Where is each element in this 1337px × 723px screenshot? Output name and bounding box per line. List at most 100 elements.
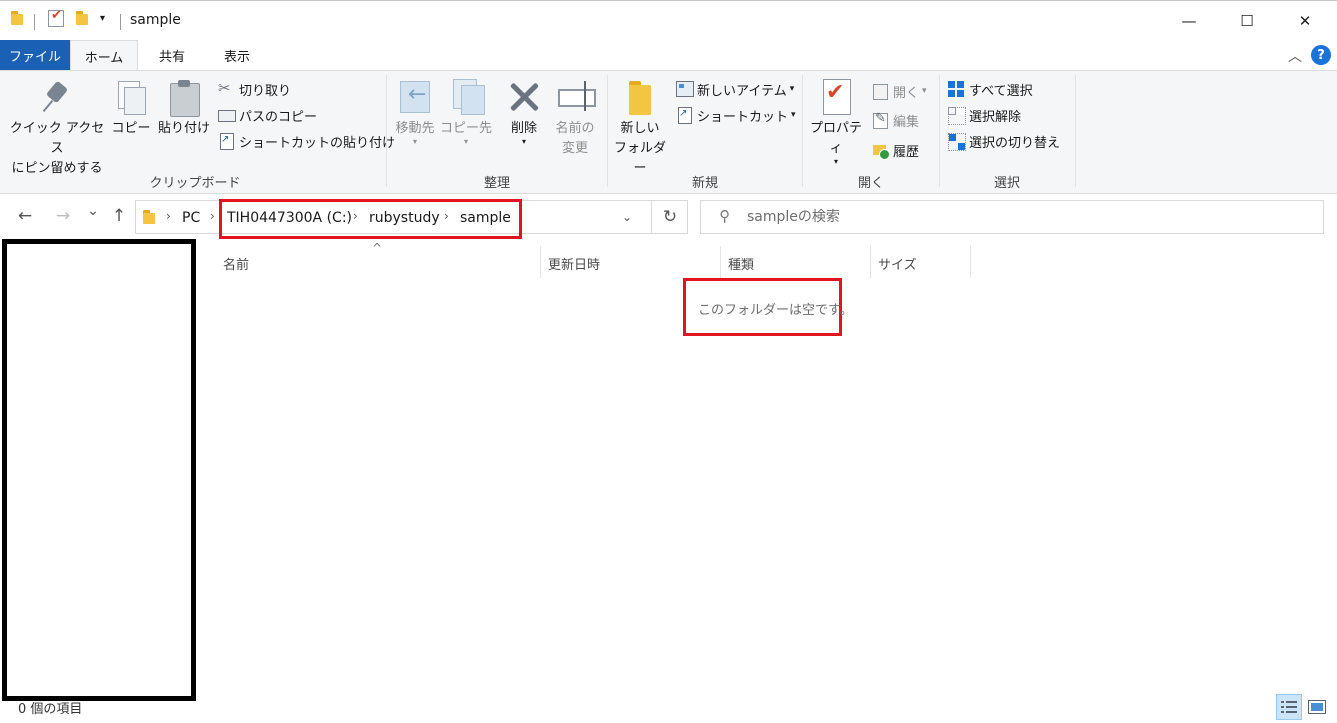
- refresh-button[interactable]: ↻: [651, 201, 688, 233]
- edit-button[interactable]: 編集: [872, 108, 919, 132]
- properties-label: プロパティ: [809, 121, 862, 156]
- invert-selection-label: 選択の切り替え: [969, 135, 1061, 151]
- group-divider: [939, 75, 940, 187]
- new-item-icon: [676, 81, 694, 97]
- breadcrumb-separator: ›: [210, 209, 215, 223]
- properties-quick-icon[interactable]: ✔: [48, 8, 64, 27]
- close-button[interactable]: ✕: [1276, 1, 1334, 41]
- column-header-modified[interactable]: 更新日時: [548, 254, 600, 273]
- quick-access-separator: [34, 14, 35, 30]
- window-folder-icon[interactable]: [11, 11, 25, 25]
- large-icons-view-icon: [1308, 700, 1326, 714]
- properties-icon: [819, 79, 853, 115]
- easy-access-label: ショートカット: [697, 109, 789, 125]
- new-item-dropdown-icon: ▾: [789, 84, 795, 94]
- up-button[interactable]: ↑: [108, 206, 130, 226]
- breadcrumb-separator: ›: [353, 209, 358, 223]
- open-button[interactable]: 開く ▾: [872, 79, 927, 103]
- search-icon: ⚲: [719, 207, 730, 225]
- tab-file[interactable]: ファイル: [0, 40, 70, 70]
- breadcrumb-pc[interactable]: PC: [182, 210, 200, 226]
- paste-shortcut-icon: [218, 133, 234, 150]
- move-to-icon: [398, 79, 432, 115]
- breadcrumb-rubystudy[interactable]: rubystudy: [369, 210, 440, 226]
- open-dropdown-icon: ▾: [922, 86, 927, 96]
- customize-quick-access-icon[interactable]: ▾: [100, 13, 105, 24]
- pin-label-line1: クイック アクセス: [9, 121, 105, 156]
- select-all-button[interactable]: すべて選択: [948, 77, 1033, 101]
- copy-to-button[interactable]: コピー先 ▾: [440, 79, 493, 146]
- tab-share[interactable]: 共有: [142, 40, 202, 70]
- invert-selection-button[interactable]: 選択の切り替え: [948, 129, 1060, 153]
- help-icon[interactable]: ?: [1311, 45, 1331, 65]
- new-folder-label-line1: 新しい: [620, 121, 660, 136]
- recent-locations-button[interactable]: ⌄: [82, 203, 104, 219]
- rename-icon: [558, 79, 596, 115]
- new-item-button[interactable]: 新しいアイテム ▾: [676, 77, 794, 101]
- title-separator: [120, 14, 121, 30]
- copy-to-label: コピー先: [440, 121, 493, 136]
- column-divider[interactable]: [540, 246, 541, 278]
- new-folder-button[interactable]: 新しい フォルダー: [610, 79, 670, 179]
- ribbon-tabs: ファイル ホーム 共有 表示 ︿ ?: [0, 40, 1337, 71]
- column-divider[interactable]: [720, 246, 721, 278]
- column-header-size[interactable]: サイズ: [878, 254, 917, 273]
- select-all-label: すべて選択: [969, 83, 1033, 99]
- paste-shortcut-button[interactable]: ショートカットの貼り付け: [218, 129, 395, 153]
- tab-view[interactable]: 表示: [206, 40, 268, 70]
- copy-path-button[interactable]: パスのコピー: [218, 103, 317, 127]
- address-folder-icon: [143, 210, 157, 224]
- properties-button[interactable]: プロパティ ▾: [806, 79, 866, 166]
- rename-label-line2: 変更: [561, 141, 588, 156]
- minimize-button[interactable]: —: [1160, 1, 1218, 41]
- delete-button[interactable]: 削除 ▾: [502, 79, 546, 146]
- select-none-icon: [948, 107, 966, 125]
- column-header-type[interactable]: 種類: [728, 254, 754, 273]
- new-folder-quick-icon[interactable]: [76, 11, 90, 25]
- cut-button[interactable]: 切り取り: [218, 77, 291, 101]
- ribbon: クイック アクセス にピン留めする コピー 貼り付け 切り取り パスのコピー シ…: [0, 70, 1337, 194]
- clipboard-icon: [167, 79, 201, 117]
- large-icons-view-button[interactable]: [1304, 694, 1330, 720]
- address-bar[interactable]: › PC › TIH0447300A (C:) › rubystudy › sa…: [135, 200, 688, 234]
- column-header-name[interactable]: 名前: [223, 254, 249, 273]
- easy-access-button[interactable]: ショートカット ▾: [676, 103, 796, 127]
- tab-home[interactable]: ホーム: [70, 40, 138, 71]
- copy-button[interactable]: コピー: [110, 79, 152, 139]
- select-none-button[interactable]: 選択解除: [948, 103, 1021, 127]
- search-input[interactable]: [747, 207, 1307, 227]
- edit-icon: [872, 111, 888, 129]
- copy-path-label: パスのコピー: [239, 109, 318, 125]
- column-divider[interactable]: [870, 246, 871, 278]
- pin-quick-access-button[interactable]: クイック アクセス にピン留めする: [8, 79, 106, 179]
- group-title-organize: 整理: [483, 176, 510, 191]
- search-box[interactable]: ⚲: [700, 200, 1324, 234]
- breadcrumb-sample[interactable]: sample: [460, 210, 511, 226]
- navigation-pane[interactable]: [2, 239, 196, 701]
- edit-label: 編集: [893, 114, 920, 130]
- pin-icon: [40, 79, 74, 115]
- address-history-dropdown-icon[interactable]: ⌄: [622, 210, 632, 224]
- scissors-icon: [218, 79, 234, 97]
- delete-dropdown-icon: ▾: [521, 137, 526, 146]
- rename-button[interactable]: 名前の 変更: [550, 79, 600, 159]
- copy-path-icon: [218, 107, 236, 123]
- group-title-select: 選択: [993, 176, 1020, 191]
- history-button[interactable]: 履歴: [872, 138, 919, 162]
- breadcrumb-drive[interactable]: TIH0447300A (C:): [227, 210, 352, 226]
- move-to-button[interactable]: 移動先 ▾: [390, 79, 440, 146]
- forward-button[interactable]: →: [52, 206, 74, 226]
- history-label: 履歴: [893, 144, 920, 160]
- paste-button[interactable]: 貼り付け: [156, 79, 212, 139]
- delete-icon: [507, 79, 541, 115]
- collapse-ribbon-icon[interactable]: ︿: [1288, 46, 1302, 66]
- rename-label-line1: 名前の: [555, 121, 595, 136]
- copy-icon: [114, 79, 148, 115]
- new-folder-icon: [623, 79, 657, 115]
- new-item-label: 新しいアイテム: [697, 83, 787, 99]
- column-divider[interactable]: [970, 246, 971, 278]
- back-button[interactable]: ←: [14, 206, 36, 226]
- copy-to-icon: [449, 79, 485, 115]
- details-view-button[interactable]: [1276, 694, 1302, 720]
- maximize-button[interactable]: ☐: [1218, 1, 1276, 41]
